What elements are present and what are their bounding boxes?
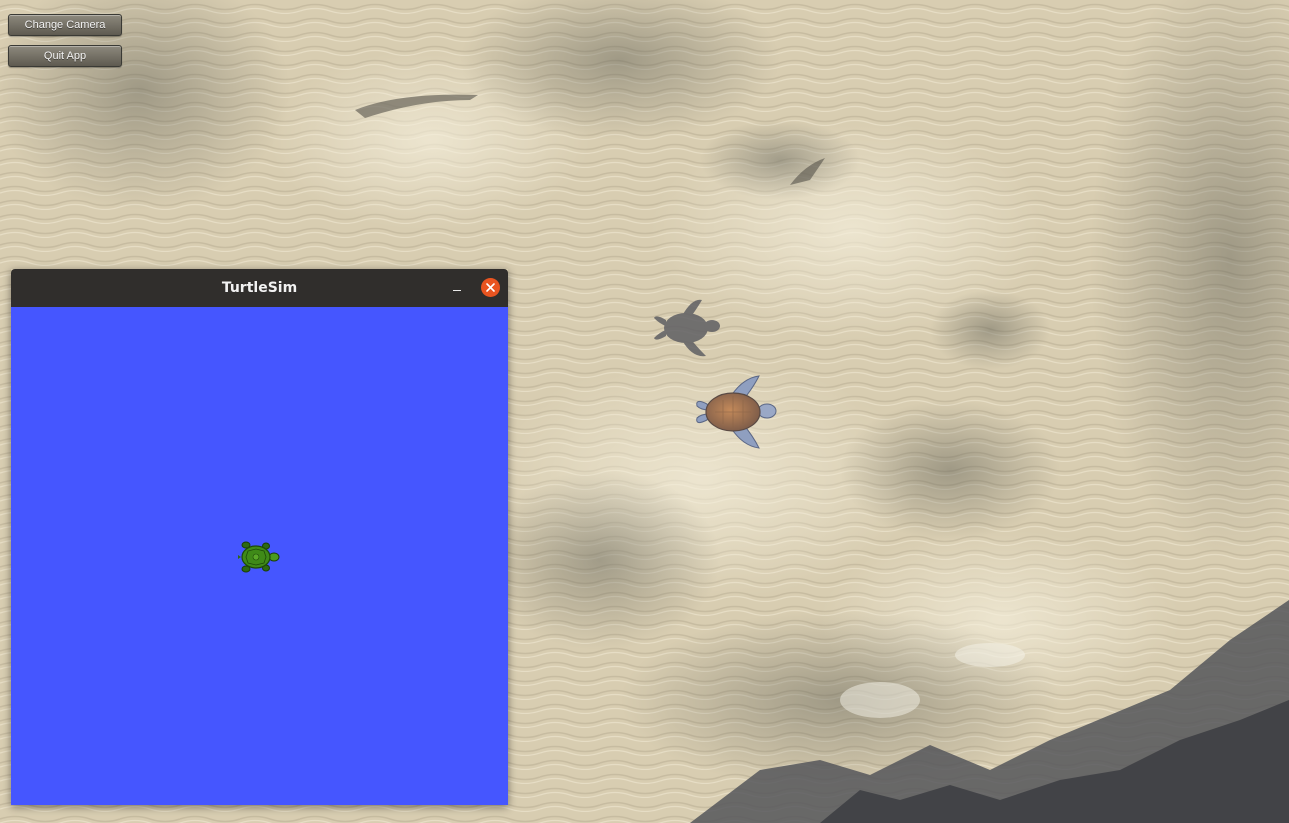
window-title: TurtleSim bbox=[221, 280, 298, 296]
turtle-icon bbox=[238, 541, 280, 573]
quit-app-button[interactable]: Quit App bbox=[8, 45, 122, 67]
close-button[interactable] bbox=[481, 278, 500, 297]
minimize-icon bbox=[453, 290, 461, 291]
turtlesim-window[interactable]: TurtleSim bbox=[11, 269, 508, 805]
turtlesim-canvas[interactable] bbox=[11, 307, 508, 805]
window-titlebar[interactable]: TurtleSim bbox=[11, 269, 508, 307]
minimize-button[interactable] bbox=[447, 279, 467, 297]
change-camera-button[interactable]: Change Camera bbox=[8, 14, 122, 36]
game-viewport[interactable]: Change Camera Quit App TurtleSim bbox=[0, 0, 1289, 823]
sea-turtle-icon[interactable] bbox=[693, 374, 779, 450]
close-icon bbox=[486, 283, 495, 292]
turtle-shadow-icon bbox=[654, 299, 720, 357]
